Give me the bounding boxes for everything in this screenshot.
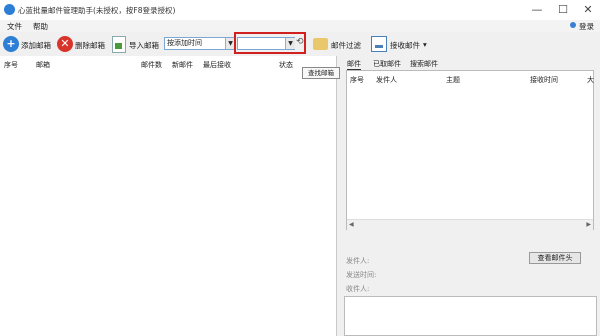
mail-column-index[interactable]: 序号: [350, 75, 364, 85]
add-icon[interactable]: +: [3, 36, 19, 52]
receive-tray-icon: [375, 45, 383, 48]
mail-preview-area[interactable]: [344, 296, 597, 336]
column-header-index[interactable]: 序号: [4, 60, 18, 70]
close-button[interactable]: ✕: [576, 0, 600, 20]
receive-mail-dropdown[interactable]: ▾: [423, 40, 427, 49]
import-arrow-icon: [115, 43, 122, 49]
search-tooltip: 查找邮箱: [302, 67, 340, 79]
menu-file[interactable]: 文件: [7, 21, 22, 32]
mail-list[interactable]: [346, 70, 594, 230]
receive-mail-icon[interactable]: [371, 36, 387, 52]
scroll-right-icon[interactable]: ▶: [586, 221, 591, 228]
mail-column-size[interactable]: 大: [587, 75, 594, 85]
recipient-label: 收件人:: [346, 285, 370, 293]
app-logo-icon: [4, 4, 15, 15]
delete-mailbox-button[interactable]: 删除邮箱: [75, 40, 105, 51]
import-icon[interactable]: [112, 36, 126, 53]
search-highlight-box: [234, 32, 306, 54]
mail-filter-button[interactable]: 邮件过滤: [331, 40, 361, 51]
column-header-status[interactable]: 状态: [279, 60, 293, 70]
mail-column-subject[interactable]: 主题: [446, 75, 460, 85]
menu-bar: [0, 20, 600, 32]
user-icon: [570, 22, 576, 28]
column-header-mail-count[interactable]: 邮件数: [141, 60, 162, 70]
send-time-label: 发送时间:: [346, 271, 377, 279]
delete-icon[interactable]: ✕: [57, 36, 73, 52]
minimize-button[interactable]: —: [525, 0, 549, 20]
view-header-button[interactable]: 查看邮件头: [529, 252, 581, 264]
sort-select-value: 按添加时间: [167, 39, 202, 47]
add-mailbox-button[interactable]: 添加邮箱: [21, 40, 51, 51]
scroll-left-icon[interactable]: ◀: [349, 221, 354, 228]
folder-filter-icon[interactable]: [313, 38, 328, 50]
tab-mail[interactable]: 邮件: [347, 59, 361, 70]
menu-help[interactable]: 帮助: [33, 21, 48, 32]
receive-mail-button[interactable]: 接收邮件: [390, 40, 420, 51]
column-header-last-received[interactable]: 最后接收: [203, 60, 231, 70]
maximize-button[interactable]: ☐: [551, 0, 575, 20]
tab-fetched-mail[interactable]: 已取邮件: [373, 59, 401, 69]
column-header-mailbox[interactable]: 邮箱: [36, 60, 50, 70]
login-link[interactable]: 登录: [579, 21, 594, 32]
mailbox-table[interactable]: [0, 56, 337, 336]
horizontal-scrollbar[interactable]: ◀ ▶: [347, 219, 593, 230]
window-title: 心蓝批量邮件管理助手(未授权，按F8登录授权): [18, 6, 176, 15]
column-header-new-mail[interactable]: 新邮件: [172, 60, 193, 70]
mail-column-sender[interactable]: 发件人: [376, 75, 397, 85]
mail-column-received-time[interactable]: 接收时间: [530, 75, 558, 85]
import-mailbox-button[interactable]: 导入邮箱: [129, 40, 159, 51]
sender-label: 发件人:: [346, 257, 370, 265]
tab-search-mail[interactable]: 搜索邮件: [410, 59, 438, 69]
